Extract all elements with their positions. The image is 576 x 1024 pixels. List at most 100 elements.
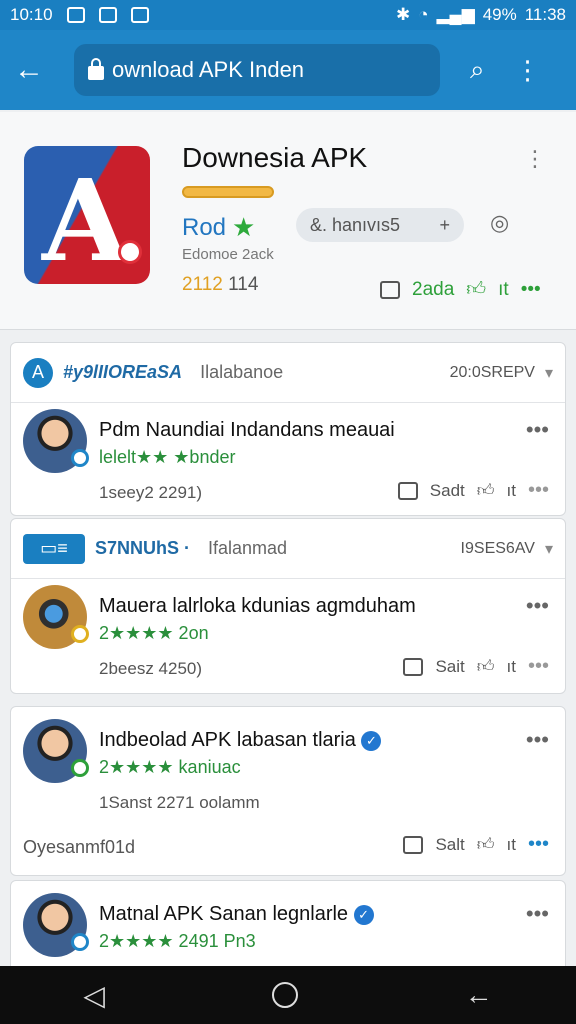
review-stars: 2★★★★ 2on (99, 623, 209, 643)
comment-icon[interactable] (380, 280, 400, 299)
more-horiz-icon[interactable]: ••• (528, 655, 549, 678)
app-subtitle: Edomoe 2ack (182, 246, 274, 263)
review-stars: 2★★★★ kaniuac (99, 757, 241, 777)
more-horiz-icon[interactable]: ••• (528, 479, 549, 502)
review-card: A #y9lIIOREaSA Ilalabanoe 20:0SREPV ▾ Pd… (10, 342, 566, 516)
verified-icon: ✓ (353, 904, 374, 925)
review-card: Matnal APK Sanan legnlarle ✓ 2★★★★ 2491 … (10, 880, 566, 980)
thumbs-up-icon[interactable]: 👍︎ (477, 656, 495, 677)
search-icon[interactable]: ⌕ (470, 54, 485, 86)
review-item[interactable]: Pdm Naundiai Indandans meauai lelelt★★ ★… (11, 403, 565, 515)
source-logo-icon: A (23, 357, 53, 388)
status-time-left: 10:10 (10, 5, 53, 24)
review-stars: 2★★★★ 2491 Pn3 (99, 931, 256, 951)
action-label[interactable]: 2ada (412, 279, 454, 301)
rating-bar (182, 186, 274, 198)
back-arrow-icon[interactable]: ← (14, 53, 58, 87)
more-horiz-icon[interactable]: ••• (521, 279, 541, 301)
action-b: ıt (506, 834, 516, 854)
action-a[interactable]: Sait (435, 657, 464, 677)
thumbs-up-icon[interactable]: 👍︎ (477, 834, 495, 855)
review-title-text: Indbeolad APK labasan tlaria (99, 729, 356, 751)
verified-badge-icon (71, 625, 89, 643)
nav-back-icon[interactable]: ◁ (83, 979, 105, 1012)
comment-icon[interactable] (403, 657, 424, 676)
review-actions: Salt 👍︎ ıt ••• (403, 833, 549, 856)
review-title: Pdm Naundiai Indandans meauai (99, 419, 395, 441)
tag-chip[interactable]: &. hanıvıs5 + (296, 208, 464, 242)
instagram-icon (98, 7, 117, 23)
source-name: S7NNUhS · (95, 538, 191, 558)
nav-recents-icon[interactable]: ← (465, 979, 493, 1011)
status-bar: 10:10 ✱ ◔ ▂▄▆ 49% 11:38 (0, 0, 576, 30)
review-card: Indbeolad APK labasan tlaria ✓ 2★★★★ kan… (10, 706, 566, 876)
rating-label-row: Rod ★ (182, 212, 255, 243)
review-title: Indbeolad APK labasan tlaria ✓ (99, 729, 382, 752)
robot-icon[interactable]: ◎ (490, 210, 509, 236)
review-meta: 1Sanst 2271 oolamm (99, 793, 260, 812)
battery-percent: 49% (482, 5, 517, 24)
more-horiz-icon[interactable]: ••• (526, 727, 549, 753)
thumbs-up-icon[interactable]: 👍︎ (466, 278, 486, 301)
system-nav-bar: ◁ ← (0, 966, 576, 1024)
rating-label: Rod (182, 213, 227, 241)
source-date: I9SES6AV (460, 539, 535, 557)
comment-icon[interactable] (403, 835, 424, 854)
verified-badge-icon (71, 449, 89, 467)
review-title: Mauera lalrloka kdunias agmduham (99, 595, 416, 617)
source-name: #y9lIIOREaSA (63, 362, 183, 382)
card-footer-text: Oyesanmf01d (23, 837, 136, 857)
verified-badge-icon (71, 933, 89, 951)
review-title: Matnal APK Sanan legnlarle ✓ (99, 903, 374, 926)
source-row[interactable]: ▭≡ S7NNUhS · Ifalanmad I9SES6AV ▾ (11, 519, 565, 579)
url-field[interactable]: ownload APK Inden (74, 44, 440, 96)
review-card: ▭≡ S7NNUhS · Ifalanmad I9SES6AV ▾ Mauera… (10, 518, 566, 694)
source-sub: Ifalanmad (208, 538, 288, 558)
app-title: Downesia APK (182, 142, 368, 173)
action-b: ıt (506, 656, 516, 676)
more-horiz-icon[interactable]: ••• (526, 593, 549, 619)
action-a[interactable]: Sadt (430, 481, 465, 501)
thumb-label: ıt (498, 278, 509, 300)
bluetooth-icon: ✱ (395, 5, 411, 24)
review-item[interactable]: Mauera lalrloka kdunias agmduham 2★★★★ 2… (11, 579, 565, 691)
source-logo-icon: ▭≡ (23, 533, 85, 564)
verified-icon: ✓ (361, 730, 382, 751)
more-vert-icon[interactable]: ⋮ (515, 55, 541, 86)
more-horiz-icon[interactable]: ••• (528, 833, 549, 856)
chevron-down-icon[interactable]: ▾ (545, 539, 553, 559)
app-header-card: A Downesia APK Rod ★ &. hanıvıs5 + ◎ Edo… (0, 112, 576, 330)
calendar-icon (130, 7, 149, 23)
action-b: ıt (506, 480, 516, 500)
source-date: 20:0SREPV (449, 363, 535, 381)
review-meta: 2beesz 4250) (99, 659, 203, 678)
app-logo-icon: A (24, 146, 150, 284)
review-title-text: Matnal APK Sanan legnlarle (99, 903, 349, 925)
app-bar: ← ownload APK Inden ⌕ ⋮ (0, 30, 576, 110)
lock-icon (88, 58, 104, 80)
more-horiz-icon[interactable]: ••• (526, 901, 549, 927)
chevron-down-icon[interactable]: ▾ (545, 363, 553, 383)
action-a[interactable]: Salt (435, 835, 464, 855)
more-vert-icon[interactable]: ⋮ (524, 146, 546, 172)
review-item[interactable]: Indbeolad APK labasan tlaria ✓ 2★★★★ kan… (11, 713, 565, 825)
thumbs-up-icon[interactable]: 👍︎ (477, 480, 495, 501)
review-stars: lelelt★★ ★bnder (99, 447, 236, 467)
count-a: 2112 (182, 274, 223, 295)
plus-icon: + (439, 214, 450, 235)
photo-icon (66, 7, 85, 23)
source-row[interactable]: A #y9lIIOREaSA Ilalabanoe 20:0SREPV ▾ (11, 343, 565, 403)
source-sub: Ilalabanoe (200, 362, 284, 382)
url-text: ownload APK Inden (112, 57, 305, 82)
count-b: 114 (228, 274, 259, 295)
star-icon: ★ (232, 212, 256, 242)
verified-badge-icon (71, 759, 89, 777)
review-meta: 1seey2 2291) (99, 483, 203, 502)
comment-icon[interactable] (397, 481, 418, 500)
hero-actions: 2ada 👍︎ ıt ••• (380, 278, 541, 301)
wifi-icon: ◔ (418, 5, 429, 24)
signal-icon: ▂▄▆ (436, 5, 475, 24)
nav-home-icon[interactable] (271, 982, 298, 1008)
more-horiz-icon[interactable]: ••• (526, 417, 549, 443)
review-actions: Sait 👍︎ ıt ••• (403, 655, 549, 678)
